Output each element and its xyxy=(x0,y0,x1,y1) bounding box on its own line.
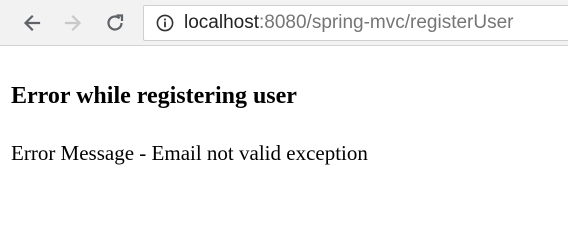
back-button[interactable] xyxy=(18,9,46,37)
info-circle-icon[interactable] xyxy=(156,14,174,32)
browser-toolbar: localhost:8080/spring-mvc/registerUser xyxy=(0,0,568,46)
address-bar[interactable]: localhost:8080/spring-mvc/registerUser xyxy=(143,5,568,41)
url-text[interactable]: localhost:8080/spring-mvc/registerUser xyxy=(184,12,513,34)
error-message: Error Message - Email not valid exceptio… xyxy=(11,141,368,165)
reload-icon xyxy=(107,14,124,31)
arrow-right-icon xyxy=(64,14,82,32)
forward-button[interactable] xyxy=(59,9,87,37)
url-path: :8080/spring-mvc/registerUser xyxy=(259,12,514,33)
reload-button[interactable] xyxy=(101,9,129,37)
arrow-left-icon xyxy=(23,14,41,32)
error-heading: Error while registering user xyxy=(11,83,297,109)
url-host: localhost xyxy=(184,12,259,33)
